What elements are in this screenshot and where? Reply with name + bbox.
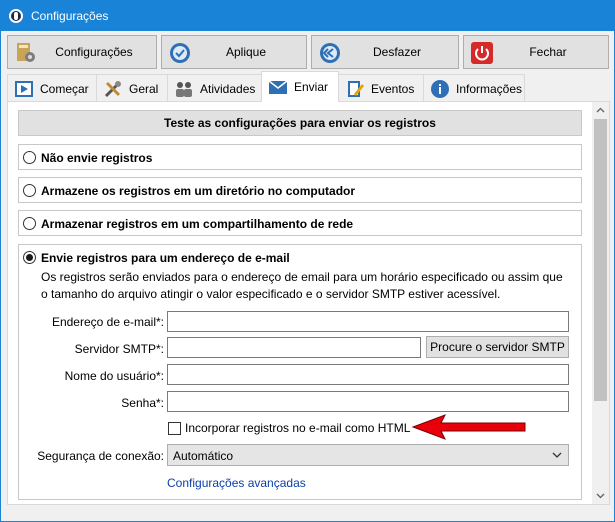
username-input[interactable]: [167, 364, 569, 385]
power-icon: [471, 42, 493, 64]
scroll-down-button[interactable]: [592, 487, 609, 504]
tab-information-label: Informações: [456, 81, 523, 96]
tab-general-label: Geral: [129, 81, 159, 96]
info-icon: [431, 79, 449, 98]
tab-information[interactable]: Informações: [423, 74, 525, 102]
tab-start[interactable]: Começar: [7, 74, 97, 102]
username-label: Nome do usuário*:: [64, 369, 164, 383]
html-embed-checkbox[interactable]: [168, 422, 181, 435]
vertical-scrollbar[interactable]: [592, 102, 609, 504]
tab-start-label: Começar: [40, 81, 89, 96]
option-network-share-label: Armazenar registros em um compartilhamen…: [41, 217, 354, 231]
tools-icon: [104, 80, 121, 97]
tab-events-label: Eventos: [371, 81, 415, 96]
connection-security-label: Segurança de conexão:: [37, 449, 164, 463]
connection-security-value: Automático: [173, 449, 234, 463]
radio-email[interactable]: [23, 251, 36, 264]
email-address-input[interactable]: [167, 311, 569, 332]
settings-window: Configurações Configurações Aplique Desf…: [0, 0, 615, 522]
email-address-label: Endereço de e-mail*:: [51, 315, 164, 329]
chevron-down-icon: [596, 493, 605, 499]
play-icon: [15, 80, 33, 97]
scrollbar-thumb[interactable]: [594, 119, 607, 401]
scroll-up-button[interactable]: [592, 102, 609, 119]
title-bar[interactable]: Configurações: [1, 1, 614, 31]
undo-button[interactable]: Desfazer: [311, 35, 459, 69]
document-pen-icon: [348, 80, 365, 97]
option-email-label: Envie registros para um endereço de e-ma…: [41, 251, 290, 265]
smtp-server-label: Servidor SMTP*:: [74, 342, 164, 356]
tab-send[interactable]: Enviar: [261, 71, 339, 102]
advanced-settings-link[interactable]: Configurações avançadas: [167, 476, 306, 490]
chevron-down-icon: [552, 452, 562, 458]
close-button[interactable]: Fechar: [463, 35, 609, 69]
settings-button[interactable]: Configurações: [7, 35, 157, 69]
option-local-directory[interactable]: Armazene os registros em um diretório no…: [18, 177, 582, 203]
option-no-logs[interactable]: Não envie registros: [18, 144, 582, 170]
password-label: Senha*:: [121, 396, 164, 410]
mail-icon: [268, 80, 288, 94]
send-tab-panel: Teste as configurações para enviar os re…: [7, 101, 610, 505]
tab-general[interactable]: Geral: [96, 74, 168, 102]
tab-send-label: Enviar: [294, 80, 329, 94]
email-description: Os registros serão enviados para o ender…: [41, 270, 563, 301]
tab-events[interactable]: Eventos: [338, 74, 424, 102]
chevron-up-icon: [596, 107, 605, 113]
option-local-directory-label: Armazene os registros em um diretório no…: [41, 184, 356, 198]
annotation-arrow-icon: [411, 414, 526, 440]
people-icon: [176, 81, 192, 97]
settings-icon: [17, 43, 35, 62]
apply-button[interactable]: Aplique: [161, 35, 307, 69]
option-no-logs-label: Não envie registros: [41, 151, 153, 165]
app-icon: [9, 9, 23, 23]
undo-icon: [320, 43, 340, 63]
window-title: Configurações: [31, 9, 109, 23]
radio-network-share[interactable]: [23, 217, 36, 230]
apply-icon: [170, 43, 190, 63]
connection-security-select[interactable]: Automático: [167, 444, 569, 466]
option-email: Envie registros para um endereço de e-ma…: [18, 244, 582, 500]
html-embed-label: Incorporar registros no e-mail como HTML: [185, 421, 411, 435]
option-network-share[interactable]: Armazenar registros em um compartilhamen…: [18, 210, 582, 236]
tab-activities[interactable]: Atividades: [167, 74, 262, 102]
password-input[interactable]: [167, 391, 569, 412]
smtp-server-input[interactable]: [167, 337, 421, 358]
radio-local-directory[interactable]: [23, 184, 36, 197]
test-settings-button[interactable]: Teste as configurações para enviar os re…: [18, 110, 582, 136]
find-smtp-button[interactable]: Procure o servidor SMTP: [426, 336, 569, 358]
tab-activities-label: Atividades: [200, 81, 256, 96]
radio-no-logs[interactable]: [23, 151, 36, 164]
